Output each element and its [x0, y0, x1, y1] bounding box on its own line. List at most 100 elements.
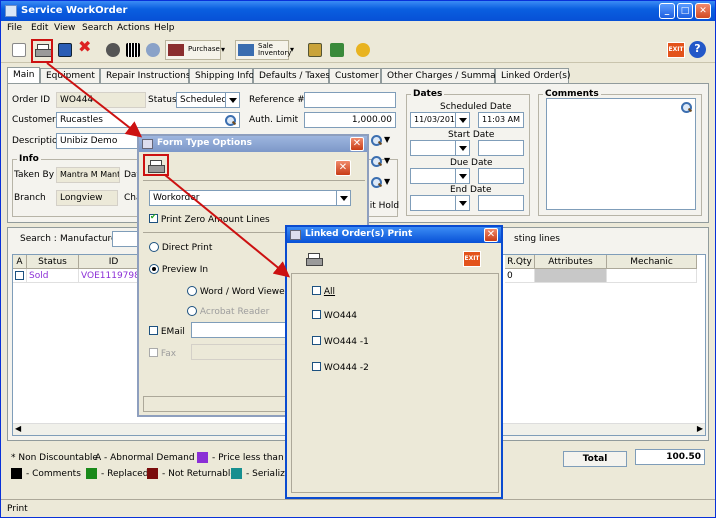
chevron-down-icon[interactable]: ▼	[384, 177, 390, 186]
form-type-cancel-button[interactable]: ✕	[335, 160, 351, 176]
delete-icon[interactable]: ✖	[75, 39, 95, 60]
chevron-down-icon[interactable]	[225, 93, 239, 107]
checkbox-icon[interactable]	[149, 348, 158, 357]
row-rqty-cell[interactable]: 0	[505, 269, 535, 283]
print-zero-checkbox[interactable]: Print Zero Amount Lines	[149, 212, 270, 225]
printer-icon[interactable]	[305, 251, 323, 267]
chevron-down-icon[interactable]	[455, 196, 469, 210]
scheduled-time-input[interactable]: 11:03 AM	[478, 112, 524, 128]
linked-order-wo444[interactable]: WO444	[312, 310, 357, 321]
column-header-status[interactable]: Status	[27, 255, 79, 269]
scroll-left-icon[interactable]: ◀	[15, 424, 21, 433]
checkbox-icon[interactable]	[312, 362, 321, 371]
form-type-close-button[interactable]: ✕	[350, 137, 364, 151]
direct-print-radio[interactable]: Direct Print	[149, 242, 212, 253]
column-header-mechanic[interactable]: Mechanic	[607, 255, 697, 269]
taken-by-field[interactable]: Mantra M Mantra	[56, 167, 120, 183]
tab-defaults-taxes[interactable]: Defaults / Taxes	[253, 68, 330, 83]
chevron-down-icon[interactable]	[455, 141, 469, 155]
exit-button[interactable]: EXIT	[667, 42, 685, 58]
start-time-input[interactable]	[478, 140, 524, 156]
linked-order-wo444-1[interactable]: WO444 -1	[312, 336, 369, 347]
menu-file[interactable]: File	[7, 23, 22, 33]
row-mechanic-cell[interactable]	[607, 269, 697, 283]
tab-linked-orders[interactable]: Linked Order(s)	[495, 68, 571, 83]
menu-search[interactable]: Search	[82, 23, 113, 33]
linked-exit-button[interactable]: EXIT	[463, 251, 481, 267]
minimize-button[interactable]: _	[659, 3, 675, 19]
row-attributes-cell[interactable]	[535, 269, 607, 283]
menu-help[interactable]: Help	[154, 23, 175, 33]
chevron-down-icon[interactable]	[336, 191, 350, 205]
end-date-input[interactable]	[410, 195, 470, 211]
radio-icon[interactable]	[149, 242, 159, 252]
chevron-down-icon[interactable]: ▼	[384, 135, 390, 144]
status-select[interactable]: Scheduled	[176, 92, 240, 108]
email-input[interactable]	[191, 322, 291, 338]
calendar-icon[interactable]	[305, 40, 325, 60]
comments-textarea[interactable]	[546, 98, 696, 210]
preview-in-radio[interactable]: Preview In	[149, 264, 208, 275]
sale-dropdown-icon[interactable]: ▾	[290, 45, 294, 54]
branch-field[interactable]: Longview	[56, 190, 118, 206]
chevron-down-icon[interactable]: ▼	[384, 156, 390, 165]
tab-equipment[interactable]: Equipment	[40, 68, 100, 83]
menu-edit[interactable]: Edit	[31, 23, 48, 33]
checkbox-icon[interactable]	[312, 310, 321, 319]
chevron-down-icon[interactable]	[455, 169, 469, 183]
chevron-down-icon[interactable]	[455, 113, 469, 127]
checkbox-icon[interactable]	[312, 286, 321, 295]
checkbox-icon[interactable]	[312, 336, 321, 345]
linked-close-button[interactable]: ✕	[484, 228, 498, 242]
email-checkbox[interactable]: EMail	[149, 326, 185, 337]
reference-input[interactable]	[304, 92, 396, 108]
tab-repair-instructions[interactable]: Repair Instructions	[100, 68, 191, 83]
column-header-rqty[interactable]: R.Qty	[505, 255, 535, 269]
row-status-cell[interactable]: Sold	[27, 269, 79, 283]
search-icon[interactable]	[224, 114, 236, 126]
menu-actions[interactable]: Actions	[117, 23, 150, 33]
save-icon[interactable]	[55, 40, 75, 60]
purchase-button[interactable]: Purchase	[165, 40, 221, 60]
start-date-input[interactable]	[410, 140, 470, 156]
search-icon[interactable]	[370, 155, 382, 167]
barcode-icon[interactable]	[123, 40, 143, 60]
new-icon[interactable]	[9, 40, 29, 60]
fax-input[interactable]	[191, 344, 291, 360]
purchase-dropdown-icon[interactable]: ▾	[221, 45, 225, 54]
due-time-input[interactable]	[478, 168, 524, 184]
checkbox-icon[interactable]	[149, 326, 158, 335]
acrobat-radio[interactable]: Acrobat Reader	[187, 306, 269, 317]
linked-order-all[interactable]: All	[312, 286, 335, 297]
tab-shipping-info[interactable]: Shipping Info	[189, 68, 254, 83]
maximize-button[interactable]: □	[677, 3, 693, 19]
auth-limit-input[interactable]: 1,000.00	[304, 112, 396, 128]
search-icon[interactable]	[370, 134, 382, 146]
sale-inventory-button[interactable]: Sale Inventory	[235, 40, 291, 60]
radio-icon[interactable]	[187, 306, 197, 316]
order-id-field[interactable]: WO444	[56, 92, 146, 108]
checkbox-icon[interactable]	[149, 212, 158, 223]
word-viewer-radio[interactable]: Word / Word Viewer	[187, 286, 288, 297]
gears-icon[interactable]	[143, 40, 163, 60]
linked-order-wo444-2[interactable]: WO444 -2	[312, 362, 369, 373]
fax-checkbox[interactable]: Fax	[149, 348, 176, 359]
scheduled-date-input[interactable]: 11/03/2011	[410, 112, 470, 128]
radio-icon[interactable]	[149, 264, 159, 274]
column-header-a[interactable]: A	[13, 255, 27, 269]
end-time-input[interactable]	[478, 195, 524, 211]
menu-view[interactable]: View	[54, 23, 75, 33]
help-icon[interactable]: ?	[689, 41, 706, 58]
tab-other-charges[interactable]: Other Charges / Summary	[381, 68, 505, 83]
row-checkbox[interactable]	[15, 271, 24, 280]
close-button[interactable]: ✕	[695, 3, 711, 19]
row-checkbox-cell[interactable]	[13, 269, 27, 283]
tab-main[interactable]: Main	[7, 67, 40, 83]
form-type-select[interactable]: Workorder	[149, 190, 351, 206]
column-header-attributes[interactable]: Attributes	[535, 255, 607, 269]
scroll-right-icon[interactable]: ▶	[697, 424, 703, 433]
search-icon[interactable]	[370, 176, 382, 188]
coins-icon[interactable]	[353, 40, 373, 60]
due-date-input[interactable]	[410, 168, 470, 184]
customer-input[interactable]: Rucastles	[56, 112, 240, 128]
